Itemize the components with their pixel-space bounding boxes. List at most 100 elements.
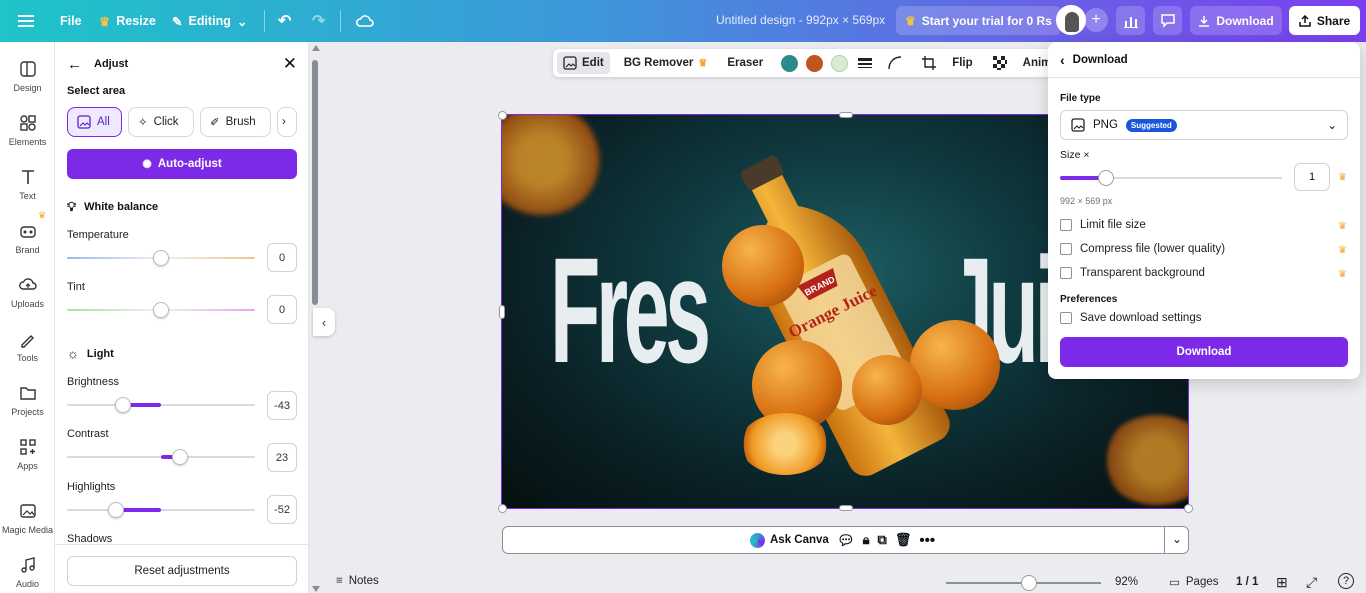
chevron-down-icon[interactable]: ⌄ [1172,532,1182,546]
back-arrow-icon[interactable]: ← [67,56,82,73]
select-all-chip[interactable]: All [67,107,122,137]
panel-scrollbar[interactable] [312,60,318,305]
transparent-background-option[interactable]: Transparent background [1060,267,1205,279]
limit-file-size-checkbox[interactable] [1060,219,1072,231]
resize-handle-left[interactable] [499,305,505,319]
rail-item-design[interactable]: Design [0,60,55,93]
scroll-down-arrow[interactable] [312,586,320,592]
save-settings-checkbox[interactable] [1060,312,1072,324]
color-swatch-orange[interactable] [806,55,823,72]
color-swatch-mint[interactable] [831,55,848,72]
headline-text-left[interactable]: Fres [550,235,707,385]
download-button[interactable]: Download [1190,6,1282,35]
line-weight-button[interactable] [852,52,878,74]
start-trial-button[interactable]: ♛Start your trial for 0 Rs [896,6,1061,35]
share-button[interactable]: Share [1289,6,1360,35]
color-swatch-teal[interactable] [781,55,798,72]
temperature-knob[interactable] [153,250,169,266]
resize-handle-bottom[interactable] [839,505,853,511]
temperature-value[interactable]: 0 [267,243,297,272]
comments-button[interactable] [1153,6,1182,35]
resize-button[interactable]: ♛Resize [93,6,162,36]
rail-item-brand[interactable]: ♛Brand [0,222,55,255]
bg-remover-button[interactable]: BG Remover♛ [618,52,714,74]
help-icon[interactable]: ? [1338,573,1354,589]
redo-button[interactable]: ↷ [306,6,331,36]
avatar[interactable] [1056,5,1086,35]
file-type-select[interactable]: PNG Suggested ⌄ [1060,110,1348,140]
compress-file-checkbox[interactable] [1060,243,1072,255]
contrast-knob[interactable] [172,449,188,465]
brightness-slider[interactable] [67,404,255,406]
contrast-slider[interactable] [67,456,255,458]
resize-handle-tl[interactable] [498,111,507,120]
rail-item-magic-media[interactable]: Magic Media [0,502,55,535]
rail-item-audio[interactable]: Audio [0,556,55,589]
cloud-save-button[interactable] [350,6,380,36]
limit-file-size-option[interactable]: Limit file size [1060,219,1146,231]
size-knob[interactable] [1098,170,1114,186]
collapse-panel-button[interactable]: ‹ [313,308,335,336]
trash-icon[interactable]: 🗑︎ [895,532,912,548]
download-confirm-button[interactable]: Download [1060,337,1348,367]
eraser-button[interactable]: Eraser [721,52,769,74]
size-value-input[interactable]: 1 [1294,163,1330,191]
lock-icon[interactable]: 🔒︎ [863,532,870,548]
pages-button[interactable]: ▭Pages [1169,575,1218,589]
zoom-knob[interactable] [1021,575,1037,591]
edit-image-button[interactable]: Edit [557,52,610,74]
tint-knob[interactable] [153,302,169,318]
add-comment-icon[interactable]: 💬︎ [837,532,855,549]
select-click-chip[interactable]: ✧Click [128,107,194,137]
highlights-value[interactable]: -52 [267,495,297,524]
duplicate-icon[interactable]: ⧉ [878,532,887,548]
tint-value[interactable]: 0 [267,295,297,324]
rail-item-text[interactable]: Text [0,168,55,201]
notes-button[interactable]: ≡Notes [336,575,379,587]
orange-slice-decoration [1102,415,1188,505]
tint-slider[interactable] [67,309,255,311]
brightness-value[interactable]: -43 [267,391,297,420]
resize-handle-br[interactable] [1184,504,1193,513]
more-options-icon[interactable]: ••• [919,532,935,549]
scroll-up-arrow[interactable] [312,45,320,51]
design-title[interactable]: Untitled design - 992px × 569px [716,13,885,27]
rail-item-projects[interactable]: Projects [0,384,55,417]
temperature-slider[interactable] [67,257,255,259]
rail-item-tools[interactable]: Tools [0,330,55,363]
transparency-button[interactable] [987,52,1013,74]
select-brush-chip[interactable]: ✐Brush [200,107,271,137]
zoom-value[interactable]: 92% [1115,576,1138,588]
rail-item-apps[interactable]: Apps [0,438,55,471]
auto-adjust-button[interactable]: ✺Auto-adjust [67,149,297,179]
crop-button[interactable] [916,52,942,74]
chips-next-button[interactable]: › [277,107,297,137]
resize-handle-top[interactable] [839,112,853,118]
zoom-slider[interactable] [946,582,1101,584]
save-settings-option[interactable]: Save download settings [1060,312,1201,324]
close-icon[interactable]: ✕ [283,54,297,74]
transparent-background-checkbox[interactable] [1060,267,1072,279]
ask-canva-button[interactable]: Ask Canva [750,533,829,548]
contrast-value[interactable]: 23 [267,443,297,472]
add-collaborator-button[interactable]: + [1084,8,1108,32]
size-slider[interactable] [1060,177,1282,179]
rail-item-elements[interactable]: Elements [0,114,55,147]
highlights-slider[interactable] [67,509,255,511]
insights-button[interactable] [1116,6,1145,35]
brightness-knob[interactable] [115,397,131,413]
reset-adjustments-button[interactable]: Reset adjustments [67,556,297,586]
highlights-knob[interactable] [108,502,124,518]
resize-handle-bl[interactable] [498,504,507,513]
undo-button[interactable]: ↶ [272,6,297,36]
corner-rounding-button[interactable] [882,52,908,74]
fullscreen-icon[interactable]: ⤢ [1306,574,1317,591]
rail-item-uploads[interactable]: Uploads [0,276,55,309]
back-chevron-icon[interactable]: ‹ [1060,52,1065,68]
compress-file-option[interactable]: Compress file (lower quality) [1060,243,1225,255]
flip-button[interactable]: Flip [946,52,978,74]
editing-mode-button[interactable]: ✎Editing⌄ [166,6,253,36]
grid-view-icon[interactable]: ⊞ [1276,574,1288,591]
file-menu[interactable]: File [54,6,88,36]
menu-button[interactable] [12,6,40,36]
